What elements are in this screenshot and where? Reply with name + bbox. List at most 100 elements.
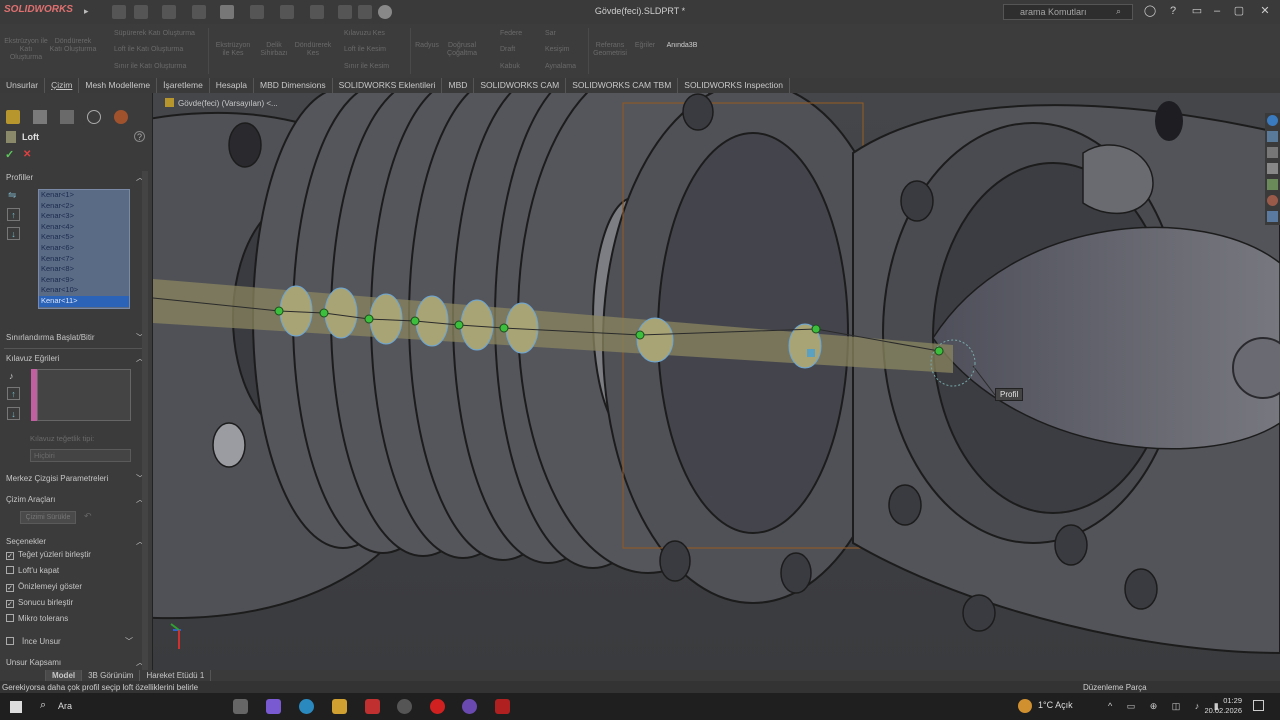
- hole-wizard-button[interactable]: Delik Sihirbazı: [254, 42, 294, 58]
- profile-list[interactable]: Kenar<1> Kenar<2> Kenar<3> Kenar<4> Kena…: [38, 189, 130, 309]
- curves-button[interactable]: Eğriler: [630, 42, 660, 50]
- restore-panel-icon[interactable]: ▭: [1190, 4, 1204, 18]
- property-manager-tab-icon[interactable]: [33, 110, 47, 124]
- scroll-left-icon[interactable]: [0, 670, 46, 681]
- checkbox[interactable]: ✓: [6, 600, 14, 608]
- tab-inspection[interactable]: SOLIDWORKS Inspection: [678, 78, 791, 93]
- app-icon[interactable]: [397, 699, 412, 714]
- tab-3d-views[interactable]: 3B Görünüm: [82, 670, 141, 681]
- ok-button[interactable]: ✓: [5, 148, 14, 161]
- rib-button[interactable]: Federe: [500, 30, 522, 37]
- move-down-button[interactable]: ↓: [7, 227, 20, 240]
- wrap-button[interactable]: Sar: [545, 30, 556, 37]
- edge-browser-icon[interactable]: [299, 699, 314, 714]
- tab-mesh-modeling[interactable]: Mesh Modelleme: [79, 78, 158, 93]
- options-section-header[interactable]: Seçenekler ︿: [0, 534, 150, 550]
- tab-model[interactable]: Model: [46, 670, 83, 681]
- tab-evaluate[interactable]: Hesapla: [210, 78, 254, 93]
- custom-properties-icon[interactable]: [1267, 211, 1278, 222]
- checkbox[interactable]: [6, 566, 14, 574]
- maximize-icon[interactable]: ▢: [1232, 4, 1246, 18]
- list-item[interactable]: Kenar<7>: [39, 254, 129, 265]
- tab-mbd[interactable]: MBD: [442, 78, 475, 93]
- checkbox[interactable]: ✓: [6, 584, 14, 592]
- user-icon[interactable]: ◯: [1143, 4, 1157, 18]
- option-merge-tangent-faces[interactable]: ✓ Teğet yüzleri birleştir: [6, 549, 91, 561]
- taskbar-search[interactable]: Ara: [58, 701, 72, 711]
- list-item[interactable]: Kenar<9>: [39, 275, 129, 286]
- help-icon[interactable]: ?: [1166, 4, 1180, 18]
- checkbox[interactable]: [6, 637, 14, 645]
- checkbox[interactable]: ✓: [6, 552, 14, 560]
- reference-geometry-button[interactable]: Referans Geometrisi: [590, 42, 630, 58]
- list-item[interactable]: Kenar<4>: [39, 222, 129, 233]
- file-explorer-icon[interactable]: [1267, 163, 1278, 174]
- configuration-manager-tab-icon[interactable]: [60, 110, 74, 124]
- lofted-boss-button[interactable]: Loft ile Katı Oluşturma: [114, 46, 183, 53]
- notifications-icon[interactable]: [1253, 700, 1264, 711]
- list-item[interactable]: Kenar<6>: [39, 243, 129, 254]
- list-item[interactable]: Kenar<2>: [39, 201, 129, 212]
- home-icon[interactable]: [1267, 131, 1278, 142]
- move-up-button[interactable]: ↑: [7, 387, 20, 400]
- profiles-section-header[interactable]: Profiller ︿: [0, 170, 150, 186]
- boundary-boss-button[interactable]: Sınır ile Katı Oluşturma: [114, 63, 186, 70]
- guide-tangency-select[interactable]: Hiçbiri: [30, 449, 131, 462]
- close-icon[interactable]: ✕: [1258, 4, 1272, 18]
- tab-cam-tbm[interactable]: SOLIDWORKS CAM TBM: [566, 78, 679, 93]
- lofted-cut-button[interactable]: Loft ile Kesim: [344, 46, 386, 53]
- list-item[interactable]: Kenar<1>: [39, 190, 129, 201]
- fillet-button[interactable]: Radyus: [412, 42, 442, 50]
- search-icon[interactable]: ⌕: [1116, 6, 1121, 17]
- swept-cut-button[interactable]: Kılavuzu Kes: [344, 30, 385, 37]
- panel-scrollbar[interactable]: [142, 171, 148, 671]
- tab-features[interactable]: Unsurlar: [0, 78, 46, 93]
- tab-motion-study[interactable]: Hareket Etüdü 1: [140, 670, 212, 681]
- centerline-parameters-header[interactable]: Merkez Çizgisi Parametreleri ﹀: [0, 471, 150, 487]
- list-item[interactable]: Kenar<10>: [39, 285, 129, 296]
- view-palette-icon[interactable]: [1267, 179, 1278, 190]
- reorder-profile-icon[interactable]: ⇋: [8, 190, 16, 201]
- revolve-boss-button[interactable]: Döndürerek Katı Oluşturma: [48, 38, 98, 54]
- move-down-button[interactable]: ↓: [7, 407, 20, 420]
- list-item[interactable]: Kenar<8>: [39, 264, 129, 275]
- drag-sketch-button[interactable]: Çizimi Sürükle: [20, 511, 76, 524]
- feature-manager-tab-icon[interactable]: [6, 110, 20, 124]
- appearances-icon[interactable]: [1267, 195, 1278, 206]
- start-end-constraints-header[interactable]: Sınırlandırma Başlat/Bitir ﹀: [0, 330, 150, 346]
- swept-boss-button[interactable]: Süpürerek Katı Oluşturma: [114, 30, 195, 37]
- breadcrumb[interactable]: Gövde(feci) (Varsayılan) <...: [165, 98, 278, 108]
- feature-scope-header[interactable]: Unsur Kapsamı ︿: [0, 655, 150, 671]
- design-library-icon[interactable]: [1267, 147, 1278, 158]
- minimize-icon[interactable]: –: [1210, 4, 1224, 18]
- clock[interactable]: 01:29 20.02.2026: [1200, 696, 1242, 716]
- solidworks-resources-icon[interactable]: [1267, 115, 1278, 126]
- opera-browser-icon[interactable]: [430, 699, 445, 714]
- tab-cam[interactable]: SOLIDWORKS CAM: [474, 78, 567, 93]
- list-item[interactable]: Kenar<3>: [39, 211, 129, 222]
- cancel-button[interactable]: ✕: [23, 149, 31, 160]
- solidworks-task-icon[interactable]: [495, 699, 510, 714]
- checkbox[interactable]: [6, 614, 14, 622]
- linear-pattern-button[interactable]: Doğrusal Çoğaltma: [440, 42, 484, 58]
- graphics-viewport[interactable]: Profil: [153, 93, 1280, 671]
- undo-sketch-drag-icon[interactable]: ↶: [84, 511, 92, 522]
- extrude-boss-button[interactable]: Ekstrüzyon ile Katı Oluşturma: [4, 38, 48, 62]
- draft-button[interactable]: Draft: [500, 46, 515, 53]
- boundary-cut-button[interactable]: Sınır ile Kesim: [344, 63, 389, 70]
- app-icon[interactable]: [365, 699, 380, 714]
- option-close-loft[interactable]: Loft'u kapat: [6, 565, 59, 577]
- list-item-selected[interactable]: Kenar<11>: [39, 295, 129, 307]
- extruded-cut-button[interactable]: Ekstrüzyon ile Kes: [212, 42, 254, 58]
- sketch-tools-header[interactable]: Çizim Araçları ︿: [0, 492, 150, 508]
- option-merge-result[interactable]: ✓ Sonucu birleştir: [6, 597, 73, 609]
- dimxpert-tab-icon[interactable]: [87, 110, 101, 124]
- tab-sketch[interactable]: Çizim: [45, 78, 80, 93]
- mirror-button[interactable]: Aynalama: [545, 63, 576, 70]
- app-icon[interactable]: [462, 699, 477, 714]
- guide-curves-header[interactable]: Kılavuz Eğrileri ︿: [0, 351, 150, 367]
- display-manager-tab-icon[interactable]: [114, 110, 128, 124]
- shell-button[interactable]: Kabuk: [500, 63, 520, 70]
- model-graphics[interactable]: [153, 93, 1280, 671]
- task-view-icon[interactable]: [233, 699, 248, 714]
